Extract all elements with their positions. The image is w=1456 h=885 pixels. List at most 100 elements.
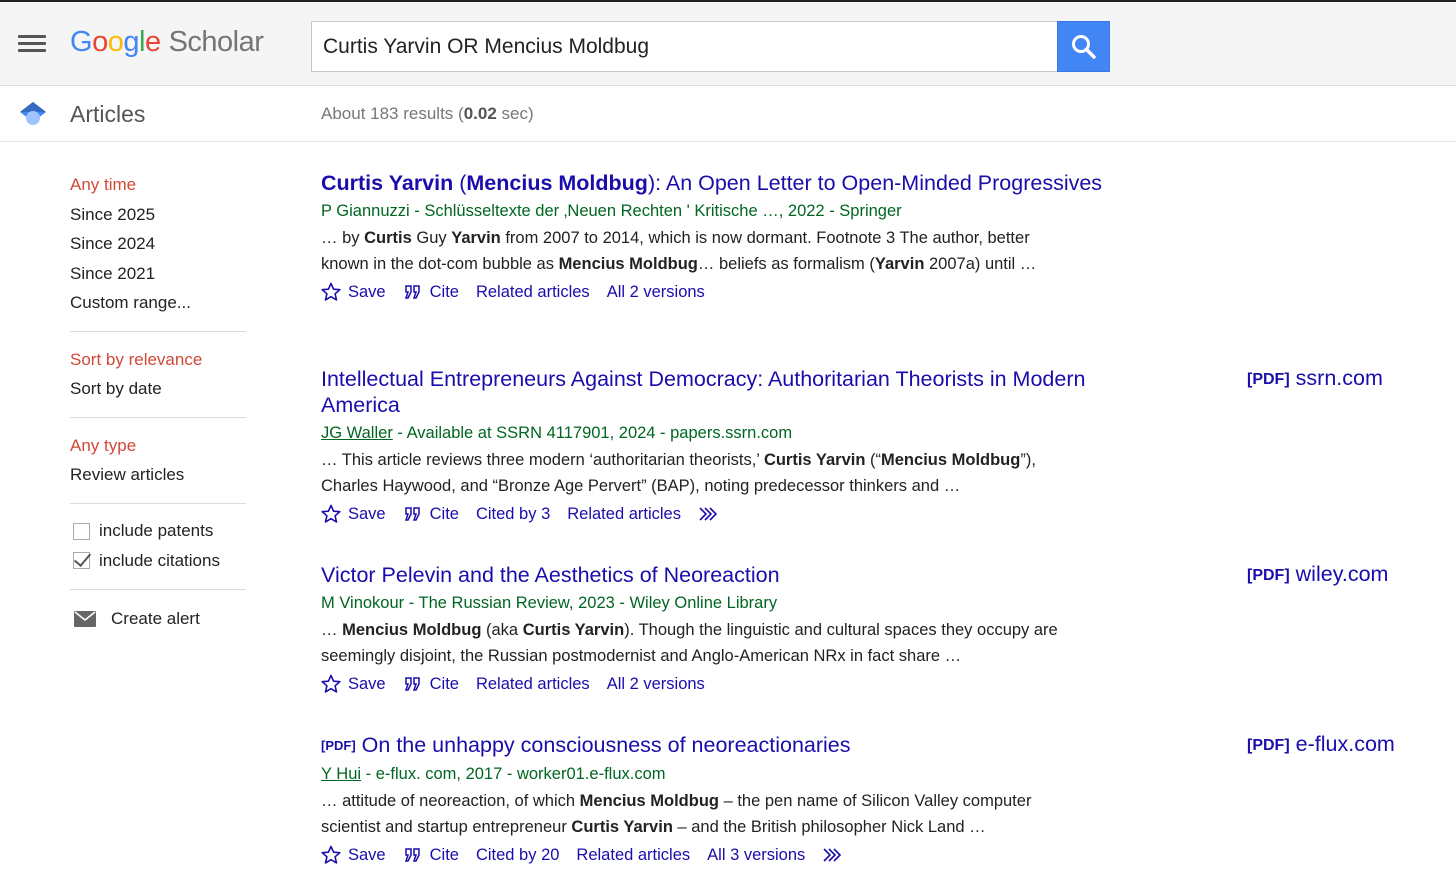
versions-link[interactable]: All 3 versions bbox=[707, 846, 805, 865]
menu-icon[interactable] bbox=[18, 35, 46, 55]
action-label: Cite bbox=[429, 504, 459, 523]
snippet-text: … beliefs as formalism ( bbox=[697, 254, 875, 273]
google-scholar-logo[interactable]: Google Scholar bbox=[70, 26, 264, 59]
quote-icon bbox=[404, 848, 420, 862]
snippet-text: Curtis Yarvin bbox=[522, 621, 625, 639]
result-actions: Save Cite Cited by 3 Related articles bbox=[321, 501, 1421, 527]
filter-since-2024[interactable]: Since 2024 bbox=[70, 229, 246, 259]
search-result: Intellectual Entrepreneurs Against Democ… bbox=[321, 366, 1421, 527]
result-meta: Y Hui - e-flux. com, 2017 - worker01.e-f… bbox=[321, 765, 666, 783]
save-button[interactable]: Save bbox=[321, 845, 386, 865]
section-label: Articles bbox=[70, 101, 146, 127]
cite-button[interactable]: Cite bbox=[403, 846, 459, 865]
snippet-text: Curtis Yarvin bbox=[571, 817, 673, 836]
pdf-link[interactable]: [PDF] e-flux.com bbox=[1247, 732, 1395, 757]
snippet-text: Guy bbox=[411, 229, 452, 247]
cited-by-link[interactable]: Cited by 3 bbox=[476, 505, 550, 524]
action-label: Cite bbox=[429, 282, 459, 301]
snippet-text: … by bbox=[321, 229, 365, 247]
quote-icon bbox=[404, 285, 420, 299]
cited-by-link[interactable]: Cited by 20 bbox=[476, 846, 559, 865]
result-title[interactable]: Intellectual Entrepreneurs Against Democ… bbox=[321, 366, 1141, 418]
quote-icon bbox=[404, 507, 420, 521]
search-result: Victor Pelevin and the Aesthetics of Neo… bbox=[321, 562, 1421, 697]
result-title[interactable]: [PDF] On the unhappy consciousness of neo… bbox=[321, 732, 1141, 759]
snippet-text: (aka bbox=[481, 621, 523, 639]
related-articles-link[interactable]: Related articles bbox=[567, 505, 681, 524]
snippet-text: Mencius Moldbug bbox=[342, 621, 482, 639]
checkbox-unchecked[interactable] bbox=[73, 522, 90, 540]
checkbox-checked[interactable] bbox=[73, 552, 90, 570]
sort-by-relevance[interactable]: Sort by relevance bbox=[70, 345, 246, 375]
type-any[interactable]: Any type bbox=[70, 431, 246, 461]
divider bbox=[70, 502, 246, 504]
divider bbox=[70, 588, 246, 590]
sub-bar: Articles About 183 results (0.02 sec) bbox=[0, 86, 1456, 142]
versions-link[interactable]: All 2 versions bbox=[607, 283, 705, 302]
search-result: Curtis Yarvin (Mencius Moldbug): An Open… bbox=[321, 170, 1421, 305]
action-label: Related articles bbox=[475, 674, 590, 693]
filter-custom-range[interactable]: Custom range... bbox=[70, 288, 246, 318]
snippet-text: … bbox=[321, 621, 343, 639]
sidebar: Any time Since 2025 Since 2024 Since 202… bbox=[70, 170, 246, 635]
graduation-cap-icon bbox=[20, 102, 46, 125]
more-button[interactable] bbox=[698, 506, 727, 522]
snippet-text: Curtis Yarvin bbox=[763, 451, 866, 469]
filter-since-2021[interactable]: Since 2021 bbox=[70, 259, 246, 289]
cite-button[interactable]: Cite bbox=[403, 675, 459, 694]
snippet-text: Yarvin bbox=[451, 229, 501, 247]
result-meta: JG Waller - Available at SSRN 4117901, 2… bbox=[321, 424, 793, 442]
result-title[interactable]: Curtis Yarvin (Mencius Moldbug): An Open… bbox=[321, 170, 1141, 196]
envelope-icon bbox=[74, 610, 96, 627]
versions-link[interactable]: All 2 versions bbox=[607, 675, 705, 694]
related-articles-link[interactable]: Related articles bbox=[576, 846, 690, 865]
title-text: Victor Pelevin and the Aesthetics of Neo… bbox=[321, 563, 780, 587]
save-button[interactable]: Save bbox=[321, 504, 386, 524]
pdf-link[interactable]: [PDF] wiley.com bbox=[1247, 562, 1388, 587]
filter-any-time[interactable]: Any time bbox=[70, 170, 246, 200]
related-articles-link[interactable]: Related articles bbox=[476, 283, 590, 302]
related-articles-link[interactable]: Related articles bbox=[476, 675, 590, 694]
sort-by-date[interactable]: Sort by date bbox=[70, 374, 246, 404]
snippet-text: – and the British philosopher Nick Land … bbox=[672, 817, 986, 836]
pdf-tag: [PDF] bbox=[321, 738, 356, 753]
search-icon bbox=[1072, 35, 1096, 59]
snippet-text: Yarvin bbox=[874, 254, 925, 273]
result-author[interactable]: JG Waller bbox=[321, 424, 393, 442]
type-review-articles[interactable]: Review articles bbox=[70, 460, 246, 490]
snippet-text: Mencius Moldbug bbox=[558, 254, 698, 273]
include-patents-label: include patents bbox=[99, 521, 214, 541]
top-bar: Google Scholar Curtis Yarvin OR Mencius M… bbox=[0, 0, 1456, 86]
save-button[interactable]: Save bbox=[321, 282, 386, 302]
cite-button[interactable]: Cite bbox=[403, 283, 459, 302]
pdf-link[interactable]: [PDF] ssrn.com bbox=[1247, 366, 1383, 391]
snippet-text: Mencius Moldbug bbox=[579, 792, 719, 810]
result-author: P Giannuzzi bbox=[321, 202, 410, 220]
snippet-text: … This article reviews three modern ‘aut… bbox=[321, 451, 764, 469]
more-button[interactable] bbox=[822, 847, 851, 863]
action-label: All 3 versions bbox=[707, 845, 806, 864]
action-label: Related articles bbox=[567, 504, 681, 523]
filter-since-2025[interactable]: Since 2025 bbox=[70, 200, 246, 230]
more-arrows-icon bbox=[823, 848, 842, 862]
action-label: Related articles bbox=[475, 282, 590, 301]
search-result: [PDF] On the unhappy consciousness of neo… bbox=[321, 732, 1421, 868]
title-text: ): An Open Letter to Open-Minded Progres… bbox=[647, 171, 1103, 195]
search-button[interactable] bbox=[1057, 21, 1110, 72]
action-label: Cite bbox=[429, 845, 459, 864]
action-label: Save bbox=[348, 282, 386, 301]
result-meta: P Giannuzzi - Schlüsseltexte der ‚Neuen … bbox=[321, 202, 902, 220]
create-alert-label: Create alert bbox=[111, 608, 200, 628]
search-input[interactable]: Curtis Yarvin OR Mencius Moldbug bbox=[311, 21, 1058, 72]
include-citations-checkbox[interactable]: include citations bbox=[70, 546, 246, 576]
save-button[interactable]: Save bbox=[321, 674, 386, 694]
result-author[interactable]: Y Hui bbox=[321, 765, 361, 783]
snippet-text: … attitude of neoreaction, of which bbox=[321, 792, 580, 810]
create-alert-button[interactable]: Create alert bbox=[70, 603, 246, 635]
title-text: ( bbox=[453, 171, 467, 195]
include-patents-checkbox[interactable]: include patents bbox=[70, 517, 246, 547]
result-title[interactable]: Victor Pelevin and the Aesthetics of Neo… bbox=[321, 562, 1141, 588]
cite-button[interactable]: Cite bbox=[403, 505, 459, 524]
star-icon bbox=[321, 845, 341, 864]
divider bbox=[70, 416, 246, 418]
